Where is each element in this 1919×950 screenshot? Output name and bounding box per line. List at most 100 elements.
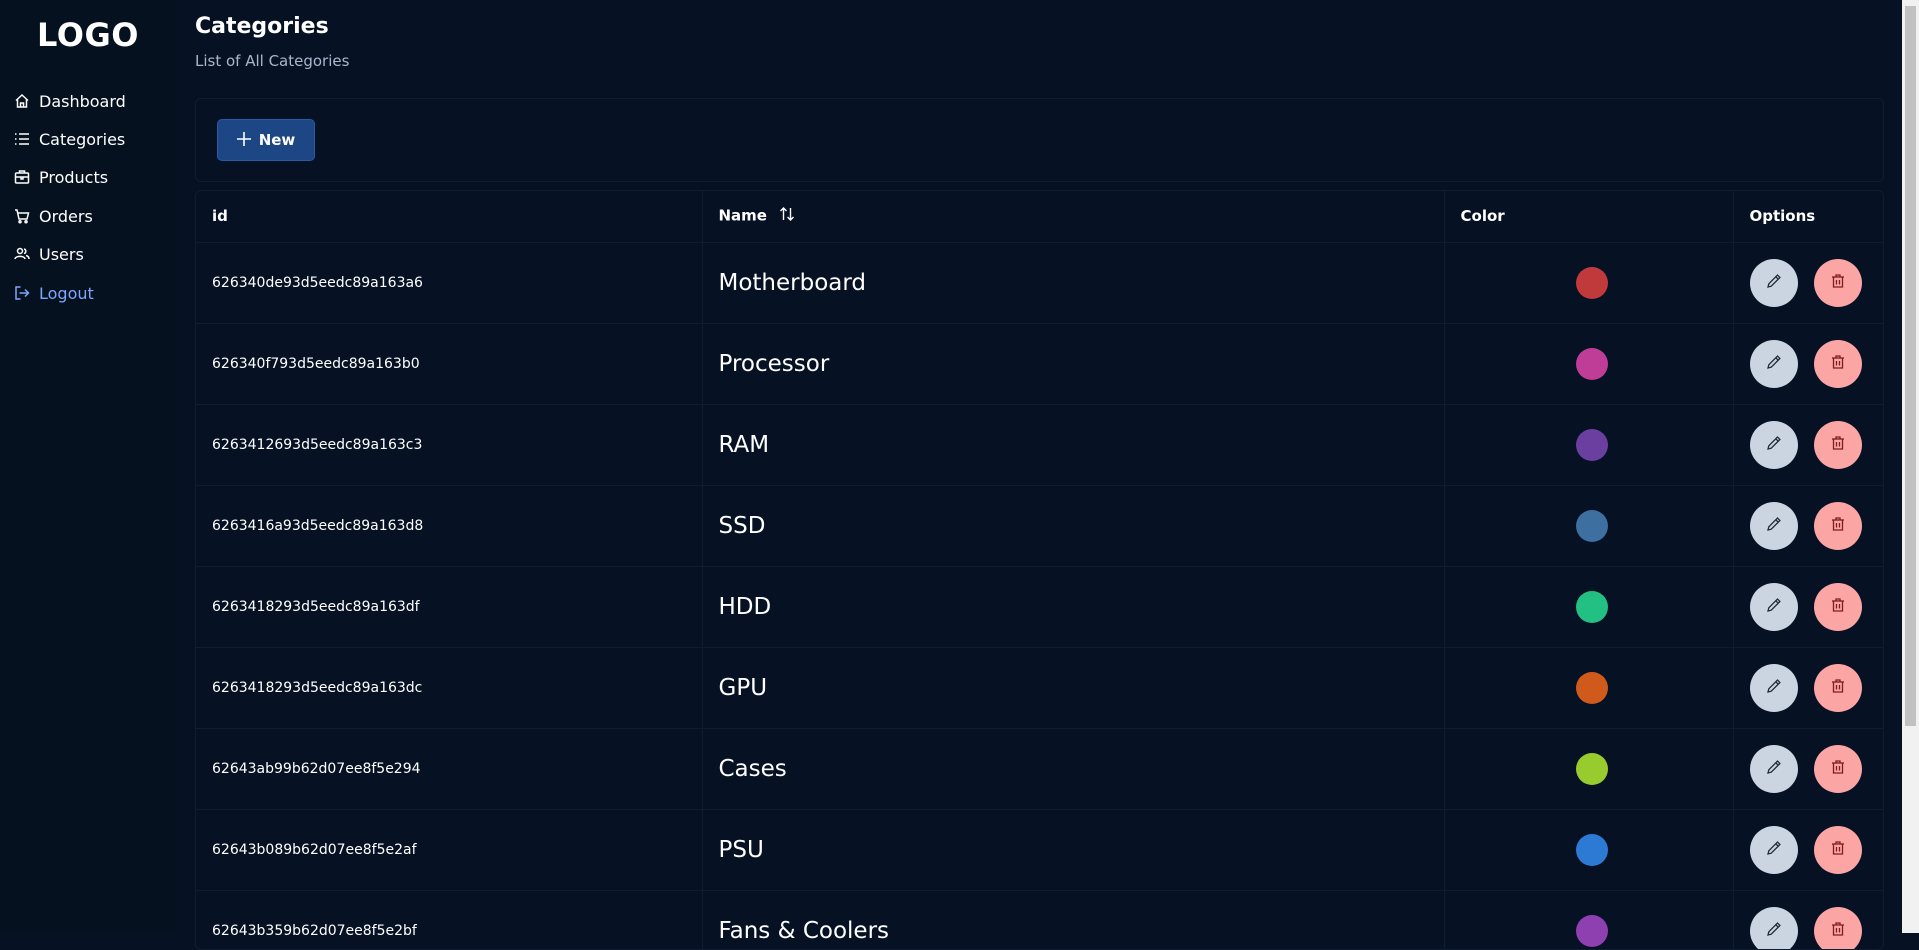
edit-button[interactable] <box>1750 583 1798 631</box>
edit-button[interactable] <box>1750 502 1798 550</box>
sidebar-item-label: Products <box>39 168 108 187</box>
logo[interactable]: LOGO <box>0 16 176 54</box>
delete-button[interactable] <box>1814 664 1862 712</box>
trash-icon <box>1830 273 1846 293</box>
delete-button[interactable] <box>1814 259 1862 307</box>
edit-button[interactable] <box>1750 745 1798 793</box>
color-swatch <box>1576 267 1608 299</box>
category-id: 6263418293d5eedc89a163dc <box>196 647 702 728</box>
category-id: 626340de93d5eedc89a163a6 <box>196 242 702 323</box>
table-row: 6263418293d5eedc89a163dc GPU <box>196 647 1884 728</box>
sort-icon[interactable] <box>779 206 795 226</box>
trash-icon <box>1830 759 1846 779</box>
trash-icon <box>1830 921 1846 941</box>
home-icon <box>14 93 31 110</box>
delete-button[interactable] <box>1814 745 1862 793</box>
color-swatch <box>1576 348 1608 380</box>
sidebar-item-label: Orders <box>39 207 93 226</box>
category-id: 6263418293d5eedc89a163df <box>196 566 702 647</box>
sidebar-item-orders[interactable]: Orders <box>14 197 126 235</box>
color-swatch <box>1576 753 1608 785</box>
table-row: 6263412693d5eedc89a163c3 RAM <box>196 404 1884 485</box>
pencil-icon <box>1766 921 1782 941</box>
sidebar: LOGO Dashboard Categories Products Order… <box>0 0 176 933</box>
edit-button[interactable] <box>1750 421 1798 469</box>
category-name: Fans & Coolers <box>702 890 1444 950</box>
sign-out-icon <box>14 285 31 302</box>
list-icon <box>14 131 31 148</box>
edit-button[interactable] <box>1750 259 1798 307</box>
category-id: 626340f793d5eedc89a163b0 <box>196 323 702 404</box>
column-header-name[interactable]: Name <box>702 191 1444 242</box>
trash-icon <box>1830 840 1846 860</box>
table-row: 6263416a93d5eedc89a163d8 SSD <box>196 485 1884 566</box>
category-name: Processor <box>702 323 1444 404</box>
plus-icon <box>237 127 251 152</box>
page-title: Categories <box>195 14 329 39</box>
sidebar-item-products[interactable]: Products <box>14 159 126 197</box>
table-row: 62643b359b62d07ee8f5e2bf Fans & Coolers <box>196 890 1884 950</box>
new-category-button[interactable]: New <box>217 119 315 161</box>
table-row: 6263418293d5eedc89a163df HDD <box>196 566 1884 647</box>
pencil-icon <box>1766 273 1782 293</box>
scrollbar-thumb[interactable] <box>1905 6 1916 726</box>
pencil-icon <box>1766 678 1782 698</box>
vertical-scrollbar[interactable] <box>1902 0 1919 933</box>
table-header-row: id Name Color Options <box>196 191 1884 242</box>
toolbar: New <box>195 98 1884 182</box>
sidebar-item-dashboard[interactable]: Dashboard <box>14 82 126 120</box>
category-id: 6263412693d5eedc89a163c3 <box>196 404 702 485</box>
delete-button[interactable] <box>1814 826 1862 874</box>
column-header-id: id <box>196 191 702 242</box>
table-row: 62643b089b62d07ee8f5e2af PSU <box>196 809 1884 890</box>
users-icon <box>14 246 31 263</box>
trash-icon <box>1830 597 1846 617</box>
cart-icon <box>14 208 31 225</box>
category-id: 62643b359b62d07ee8f5e2bf <box>196 890 702 950</box>
sidebar-item-label: Dashboard <box>39 92 126 111</box>
color-swatch <box>1576 672 1608 704</box>
category-name: SSD <box>702 485 1444 566</box>
category-id: 62643b089b62d07ee8f5e2af <box>196 809 702 890</box>
sidebar-item-categories[interactable]: Categories <box>14 120 126 158</box>
delete-button[interactable] <box>1814 583 1862 631</box>
category-id: 6263416a93d5eedc89a163d8 <box>196 485 702 566</box>
trash-icon <box>1830 516 1846 536</box>
pencil-icon <box>1766 840 1782 860</box>
edit-button[interactable] <box>1750 907 1798 950</box>
category-name: GPU <box>702 647 1444 728</box>
pencil-icon <box>1766 759 1782 779</box>
table-row: 62643ab99b62d07ee8f5e294 Cases <box>196 728 1884 809</box>
pencil-icon <box>1766 435 1782 455</box>
pencil-icon <box>1766 354 1782 374</box>
trash-icon <box>1830 678 1846 698</box>
delete-button[interactable] <box>1814 421 1862 469</box>
page-subtitle: List of All Categories <box>195 52 349 70</box>
categories-table: id Name Color Options 626340de93d5eedc89… <box>195 190 1884 950</box>
delete-button[interactable] <box>1814 502 1862 550</box>
pencil-icon <box>1766 516 1782 536</box>
color-swatch <box>1576 429 1608 461</box>
color-swatch <box>1576 591 1608 623</box>
sidebar-nav: Dashboard Categories Products Orders Use… <box>14 82 126 312</box>
sidebar-item-logout[interactable]: Logout <box>14 274 126 312</box>
edit-button[interactable] <box>1750 664 1798 712</box>
new-button-label: New <box>259 131 296 149</box>
category-name: Cases <box>702 728 1444 809</box>
category-name: RAM <box>702 404 1444 485</box>
table-row: 626340f793d5eedc89a163b0 Processor <box>196 323 1884 404</box>
category-name: HDD <box>702 566 1444 647</box>
trash-icon <box>1830 435 1846 455</box>
sidebar-item-label: Categories <box>39 130 125 149</box>
pencil-icon <box>1766 597 1782 617</box>
column-header-color: Color <box>1444 191 1733 242</box>
color-swatch <box>1576 510 1608 542</box>
sidebar-item-label: Logout <box>39 284 94 303</box>
delete-button[interactable] <box>1814 907 1862 950</box>
category-name: PSU <box>702 809 1444 890</box>
sidebar-item-users[interactable]: Users <box>14 236 126 274</box>
edit-button[interactable] <box>1750 340 1798 388</box>
edit-button[interactable] <box>1750 826 1798 874</box>
delete-button[interactable] <box>1814 340 1862 388</box>
color-swatch <box>1576 834 1608 866</box>
